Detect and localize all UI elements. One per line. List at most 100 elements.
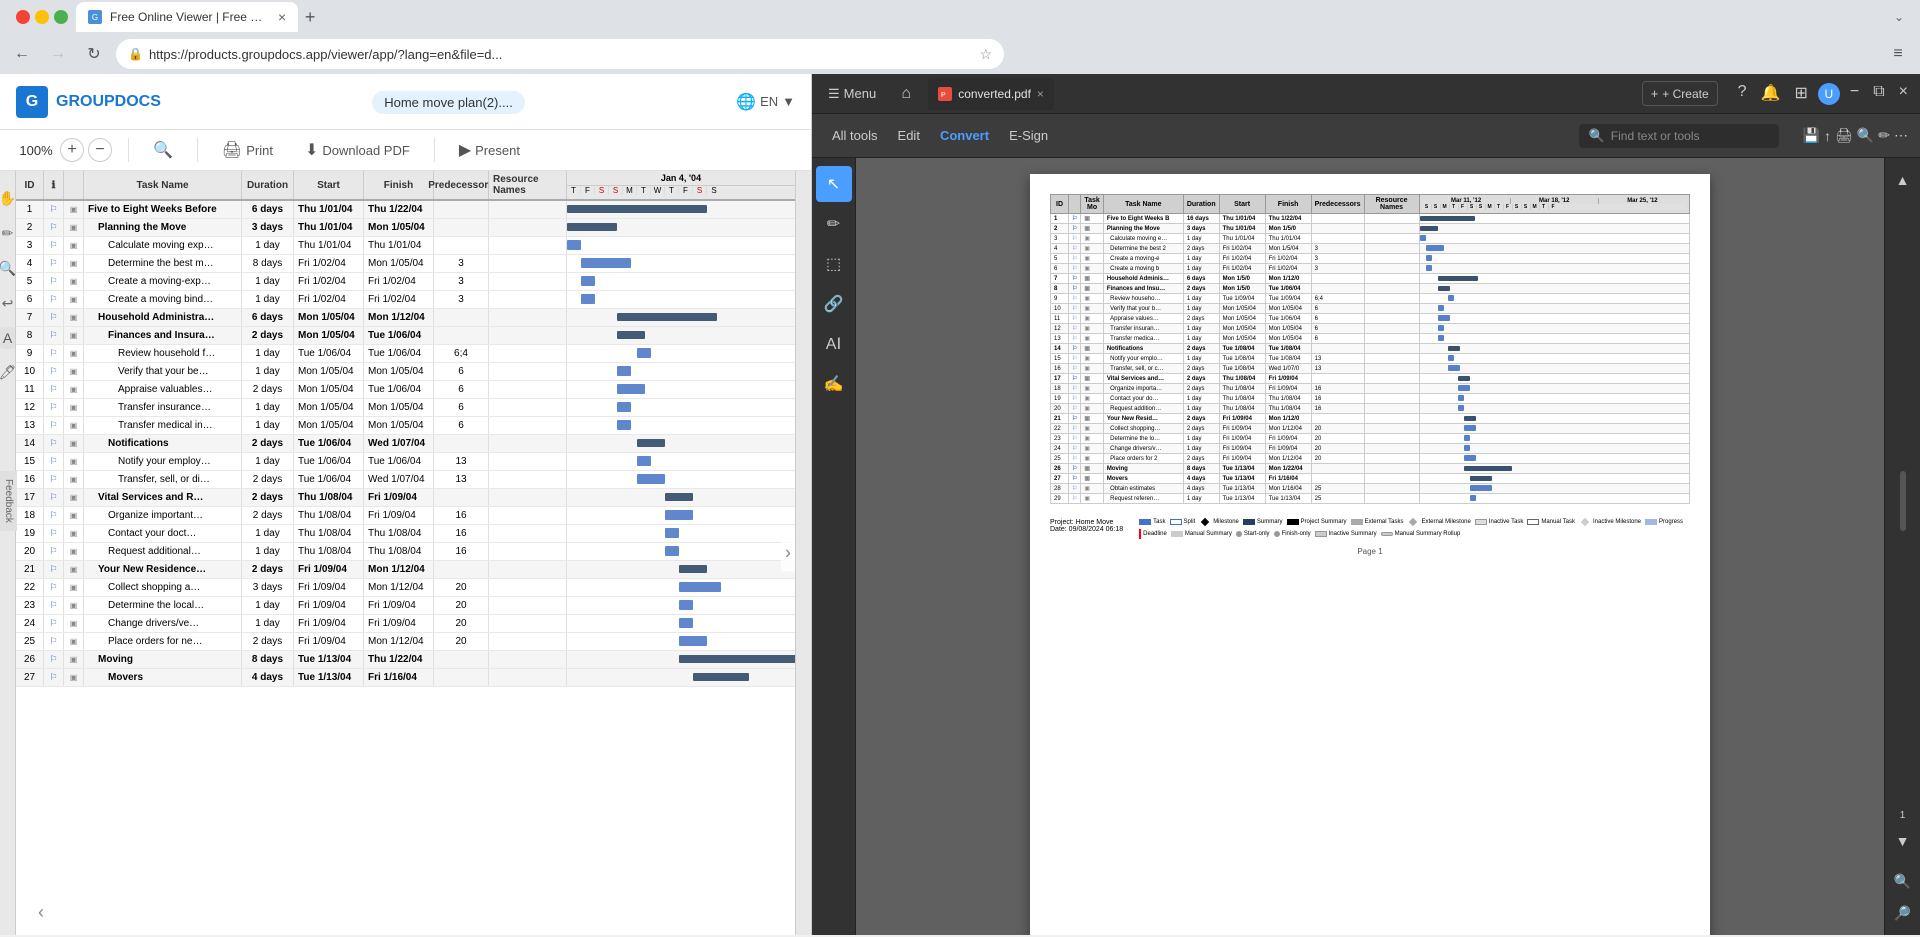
acrobat-create-btn[interactable]: + + Create xyxy=(1642,81,1718,106)
cell-chart xyxy=(567,561,795,578)
acrobat-notification-btn[interactable]: 🔔 xyxy=(1757,83,1785,105)
acrobat-user-btn[interactable]: U xyxy=(1818,83,1840,105)
cell-start: Mon 1/05/04 xyxy=(294,327,364,344)
table-row: 26 ⚐ ▣ Moving 8 days Tue 1/13/04 Mon 1/2… xyxy=(1051,464,1690,474)
pdf-cell-finish: Tue 1/08/04 xyxy=(1265,344,1311,354)
save-icon[interactable]: 💾 xyxy=(1803,127,1820,144)
acrobat-minimize-btn[interactable]: − xyxy=(1846,83,1863,105)
cell-info: ⚐ xyxy=(44,255,64,272)
forward-btn[interactable]: → xyxy=(44,40,72,68)
back-btn[interactable]: ← xyxy=(8,40,36,68)
scroll-left-btn[interactable]: ‹ xyxy=(30,898,52,927)
zoom-icon[interactable]: 🔍 xyxy=(1857,127,1874,144)
pdf-cell-pred: 6;4 xyxy=(1311,294,1364,304)
present-btn[interactable]: ▶ Present xyxy=(451,136,528,164)
print-btn[interactable]: 🖨 Print xyxy=(214,136,281,164)
search-btn[interactable]: 🔍 xyxy=(145,136,181,164)
edit-btn[interactable]: Edit xyxy=(890,124,928,147)
annotation-btn[interactable]: ✏ xyxy=(0,222,16,245)
cell-resource xyxy=(489,309,567,326)
col-header-finish: Finish xyxy=(364,171,434,199)
acrobat-tabs: P converted.pdf × xyxy=(928,78,1634,110)
rsidebar-scroll-up[interactable]: ▲ xyxy=(1889,166,1917,194)
rotate-btn[interactable]: ↩ xyxy=(0,292,16,315)
all-tools-btn[interactable]: All tools xyxy=(824,124,886,147)
acrobat-tab-close-btn[interactable]: × xyxy=(1037,87,1044,101)
link-tool-btn[interactable]: 🔗 xyxy=(816,286,852,322)
rsidebar-zoom-out[interactable]: 🔎 xyxy=(1889,899,1917,927)
window-min-btn[interactable] xyxy=(35,10,49,24)
day-F2: F xyxy=(679,186,693,195)
acrobat-search-box[interactable]: 🔍 Find text or tools xyxy=(1579,124,1779,148)
esign-btn[interactable]: E-Sign xyxy=(1001,124,1056,147)
pdf-cell-start: Thu 1/08/04 xyxy=(1219,404,1265,414)
cell-info: ⚐ xyxy=(44,201,64,218)
feedback-tab[interactable]: Feedback xyxy=(0,471,17,531)
browser-tab-active[interactable]: G Free Online Viewer | Free Group... × xyxy=(76,2,298,32)
legend-milestone: Milestone xyxy=(1199,519,1239,525)
table-row: 2 ⚐ ▣ Planning the Move 3 days Thu 1/01/… xyxy=(16,219,795,237)
cell-chart xyxy=(567,471,795,488)
signature-tool-btn[interactable]: ✍ xyxy=(816,366,852,402)
more-tools-icon[interactable]: ⋯ xyxy=(1894,127,1908,144)
pdf-cell-id: 6 xyxy=(1051,264,1069,274)
rsidebar-scroll-down[interactable]: ▼ xyxy=(1889,827,1917,855)
cell-start: Thu 1/08/04 xyxy=(294,507,364,524)
gd-right-scrollbar[interactable] xyxy=(795,171,811,935)
pdf-cell-start: Fri 1/09/04 xyxy=(1219,424,1265,434)
acrobat-home-btn[interactable]: ⌂ xyxy=(892,80,920,108)
zoom-out-btn[interactable]: − xyxy=(88,138,112,162)
acrobat-restore-btn[interactable]: ⧉ xyxy=(1869,83,1888,105)
cell-info: ⚐ xyxy=(44,363,64,380)
tab-dropdown-btn[interactable]: ⌄ xyxy=(1894,10,1904,24)
window-max-btn[interactable] xyxy=(54,10,68,24)
acrobat-close-btn[interactable]: × xyxy=(1895,83,1912,105)
pdf-cell-start: Thu 1/01/04 xyxy=(1219,214,1265,224)
acrobat-menu-btn[interactable]: ☰ Menu xyxy=(820,82,884,106)
cell-duration: 1 day xyxy=(242,399,294,416)
reload-btn[interactable]: ↻ xyxy=(80,40,108,68)
cell-info: ⚐ xyxy=(44,633,64,650)
cell-chart xyxy=(567,327,795,344)
window-close-btn[interactable] xyxy=(16,10,30,24)
pdf-cell-flag: ⚐ xyxy=(1069,404,1081,414)
share-icon[interactable]: ↑ xyxy=(1824,128,1831,144)
zoom-in-btn[interactable]: + xyxy=(60,138,84,162)
pen-tool-btn[interactable]: ✏ xyxy=(816,206,852,242)
toolbar-separator-1 xyxy=(128,138,129,162)
pdf-cell-dur: 1 day xyxy=(1183,294,1219,304)
cell-mode: ▣ xyxy=(64,471,84,488)
address-bar[interactable]: 🔒 https://products.groupdocs.app/viewer/… xyxy=(116,39,1004,69)
print-icon-acrobat[interactable]: 🖨 xyxy=(1835,127,1853,144)
new-tab-btn[interactable]: + xyxy=(298,5,322,29)
pdf-cell-flag: ⚐ xyxy=(1069,384,1081,394)
pdf-cell-chart xyxy=(1419,284,1689,294)
cursor-tool-btn[interactable]: ↖ xyxy=(816,166,852,202)
eraser-tool-btn[interactable]: ⬚ xyxy=(816,246,852,282)
pdf-cell-pred xyxy=(1311,224,1364,234)
pdf-cell-id: 12 xyxy=(1051,324,1069,334)
download-btn[interactable]: ⬇ Download PDF xyxy=(297,136,418,164)
rsidebar-thumb[interactable] xyxy=(1900,471,1906,531)
cell-mode: ▣ xyxy=(64,651,84,668)
acrobat-help-btn[interactable]: ? xyxy=(1734,83,1751,105)
cell-mode: ▣ xyxy=(64,309,84,326)
tab-close-btn[interactable]: × xyxy=(278,9,286,25)
rsidebar-zoom-in[interactable]: 🔍 xyxy=(1889,867,1917,895)
convert-btn[interactable]: Convert xyxy=(932,124,997,147)
browser-menu-btn[interactable]: ≡ xyxy=(1884,40,1912,68)
acrobat-tab-pdf[interactable]: P converted.pdf × xyxy=(928,78,1054,110)
gd-lang-selector[interactable]: 🌐 EN ▼ xyxy=(736,92,795,112)
pdf-cell-res xyxy=(1364,314,1419,324)
bookmark-icon[interactable]: ☆ xyxy=(979,46,992,63)
text-tool-btn[interactable]: A xyxy=(0,327,15,349)
gd-viewer-wrapper: Feedback ✋ ✏ 🔍 ↩ A 🖊 ID ℹ xyxy=(0,171,811,935)
pdf-cell-dur: 2 days xyxy=(1183,244,1219,254)
pencil-icon[interactable]: ✏ xyxy=(1878,127,1890,144)
scroll-right-btn[interactable]: › xyxy=(781,535,795,572)
day-S4: S xyxy=(707,186,721,195)
pdf-cell-name: Transfer insuran… xyxy=(1103,324,1183,334)
text-recognize-btn[interactable]: AⅠ xyxy=(816,326,852,362)
pdf-cell-dur: 1 day xyxy=(1183,334,1219,344)
acrobat-apps-btn[interactable]: ⊞ xyxy=(1790,83,1811,105)
